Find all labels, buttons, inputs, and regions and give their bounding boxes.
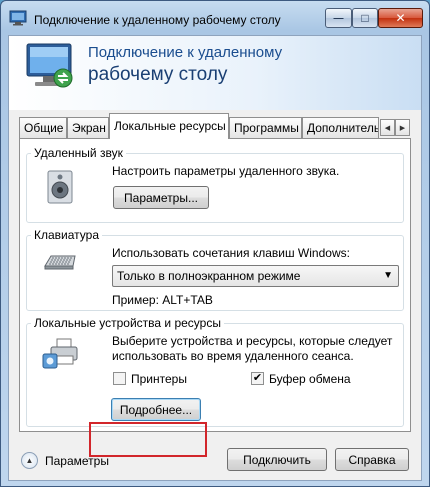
maximize-icon: □ [361,11,369,25]
devices-icon [42,338,78,369]
tab-strip: Общие Экран Локальные ресурсы Программы … [19,113,411,139]
local-devices-description-line2: использовать во время удаленного сеанса. [112,349,354,363]
keyboard-select-value: Только в полноэкранном режиме [117,269,301,283]
local-devices-group: Локальные устройства и ресурсы Выберите … [26,316,404,427]
chevron-left-icon: ◀ [384,124,391,132]
banner-title-line2: рабочему столу [88,64,228,85]
tab-advanced[interactable]: Дополнительно [302,117,379,138]
local-resources-panel: Удаленный звук Настроить параметры удале… [19,138,411,432]
clipboard-label: Буфер обмена [269,372,351,386]
tab-programs[interactable]: Программы [229,117,302,138]
banner-title-line1: Подключение к удаленному [88,44,283,61]
maximize-button[interactable]: □ [352,8,378,28]
minimize-button[interactable]: — [325,8,352,28]
clipboard-checkbox[interactable]: ✔ [251,372,264,385]
tab-scroll-left-button[interactable]: ◀ [380,119,395,136]
options-label[interactable]: Параметры [45,454,109,468]
keyboard-shortcut-select[interactable]: Только в полноэкранном режиме ▼ [112,265,399,287]
dialog-client-area: Подключение к удаленному рабочему столу … [8,35,422,481]
keyboard-example: Пример: ALT+TAB [112,293,213,307]
chevron-up-icon: ▲ [25,456,34,465]
highlight-box [89,422,207,457]
local-devices-title: Локальные устройства и ресурсы [31,316,224,330]
checkmark-icon: ✔ [252,372,263,384]
printers-label: Принтеры [131,372,187,386]
minimize-icon: — [333,12,344,24]
close-button[interactable]: ✕ [378,8,423,28]
chevron-right-icon: ▶ [399,124,406,132]
printers-checkbox[interactable] [113,372,126,385]
keyboard-group: Клавиатура Использовать сочетания клавиш… [26,228,404,311]
remote-audio-description: Настроить параметры удаленного звука. [112,164,340,178]
keyboard-description: Использовать сочетания клавиш Windows: [112,246,350,260]
title-bar[interactable]: Подключение к удаленному рабочему столу … [1,1,429,35]
remote-desktop-icon [9,10,27,26]
tab-general[interactable]: Общие [19,117,67,138]
chevron-down-icon: ▼ [383,270,393,281]
tab-scroll-right-button[interactable]: ▶ [395,119,410,136]
help-button[interactable]: Справка [335,448,409,471]
local-devices-description-line1: Выберите устройства и ресурсы, которые с… [112,334,393,348]
audio-settings-button[interactable]: Параметры... [113,186,209,209]
remote-desktop-monitor-icon [26,43,73,88]
connect-button[interactable]: Подключить [227,448,327,471]
banner: Подключение к удаленному рабочему столу [9,36,421,110]
options-toggle-button[interactable]: ▲ [21,452,38,469]
remote-audio-group: Удаленный звук Настроить параметры удале… [26,146,404,223]
tab-display[interactable]: Экран [67,117,109,138]
keyboard-title: Клавиатура [31,228,102,242]
more-devices-button[interactable]: Подробнее... [111,398,201,421]
keyboard-icon [44,255,76,270]
window-title: Подключение к удаленному рабочему столу [34,13,281,27]
tab-local-resources[interactable]: Локальные ресурсы [109,113,229,139]
speaker-icon [47,170,73,204]
rdp-window: Подключение к удаленному рабочему столу … [0,0,430,487]
close-icon: ✕ [395,11,406,25]
remote-audio-title: Удаленный звук [31,146,126,160]
